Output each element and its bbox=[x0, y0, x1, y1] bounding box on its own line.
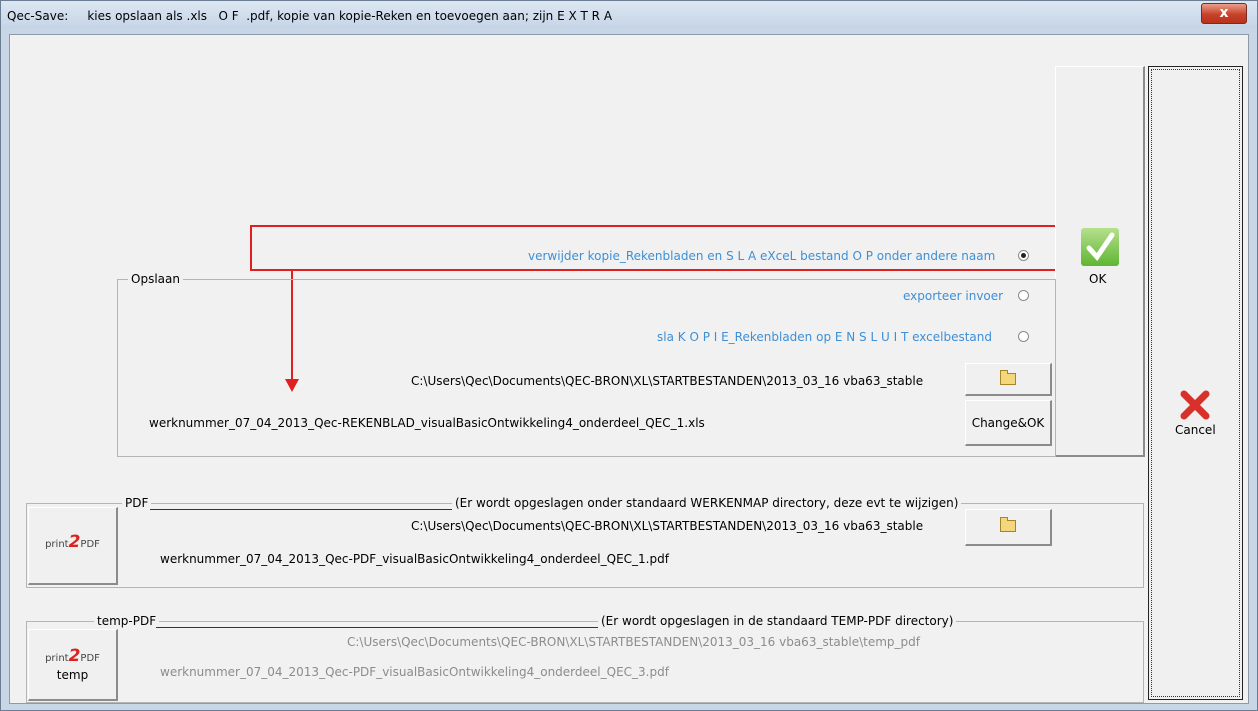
opslaan-path: C:\Users\Qec\Documents\QEC-BRON\XL\START… bbox=[411, 374, 924, 388]
pdf-path: C:\Users\Qec\Documents\QEC-BRON\XL\START… bbox=[411, 519, 924, 533]
folder-icon bbox=[1000, 517, 1016, 532]
title-bar[interactable]: Qec-Save: kies opslaan als .xls O F .pdf… bbox=[1, 1, 1257, 29]
print2pdf-logo: print2PDF bbox=[45, 646, 100, 666]
ok-label: OK bbox=[1089, 272, 1107, 286]
print2pdf-temp-button[interactable]: print2PDF temp bbox=[28, 629, 118, 701]
pdf-note: (Er wordt opgeslagen onder standaard WER… bbox=[452, 496, 962, 510]
dialog-window: Qec-Save: kies opslaan als .xls O F .pdf… bbox=[0, 0, 1258, 711]
opslaan-legend: Opslaan bbox=[128, 272, 183, 286]
checkmark-icon bbox=[1081, 228, 1119, 266]
print2pdf-button[interactable]: print2PDF bbox=[28, 507, 118, 585]
temp-pdf-note: (Er wordt opgeslagen in de standaard TEM… bbox=[598, 614, 957, 628]
temp-pdf-filename: werknummer_07_04_2013_Qec-PDF_visualBasi… bbox=[160, 665, 669, 679]
pdf-browse-button[interactable] bbox=[965, 509, 1052, 546]
temp-label: temp bbox=[56, 668, 89, 682]
window-title: Qec-Save: kies opslaan als .xls O F .pdf… bbox=[7, 9, 613, 23]
change-ok-button[interactable]: Change&OK bbox=[965, 400, 1052, 446]
pdf-legend: PDF bbox=[122, 496, 152, 510]
print2pdf-logo: print2PDF bbox=[45, 532, 100, 552]
pdf-underline bbox=[150, 509, 453, 510]
highlight-box bbox=[250, 225, 1134, 271]
temp-pdf-path: C:\Users\Qec\Documents\QEC-BRON\XL\START… bbox=[347, 635, 920, 649]
ok-button[interactable]: OK bbox=[1055, 66, 1145, 457]
temp-pdf-underline bbox=[156, 627, 599, 628]
opslaan-frame bbox=[117, 279, 1056, 457]
red-x-icon bbox=[1179, 389, 1211, 421]
dialog-client: verwijder kopie_Rekenbladen en S L A eXc… bbox=[9, 34, 1249, 704]
folder-icon bbox=[1000, 370, 1016, 385]
opslaan-browse-button[interactable] bbox=[965, 363, 1052, 396]
opslaan-filename: werknummer_07_04_2013_Qec-REKENBLAD_visu… bbox=[149, 416, 705, 430]
close-button[interactable]: x bbox=[1201, 3, 1247, 24]
pdf-filename: werknummer_07_04_2013_Qec-PDF_visualBasi… bbox=[160, 552, 669, 566]
cancel-button[interactable]: Cancel bbox=[1148, 66, 1243, 700]
temp-pdf-legend: temp-PDF bbox=[94, 614, 160, 628]
cancel-label: Cancel bbox=[1175, 423, 1216, 437]
temp-pdf-frame bbox=[26, 621, 1144, 703]
close-icon: x bbox=[1219, 5, 1229, 21]
